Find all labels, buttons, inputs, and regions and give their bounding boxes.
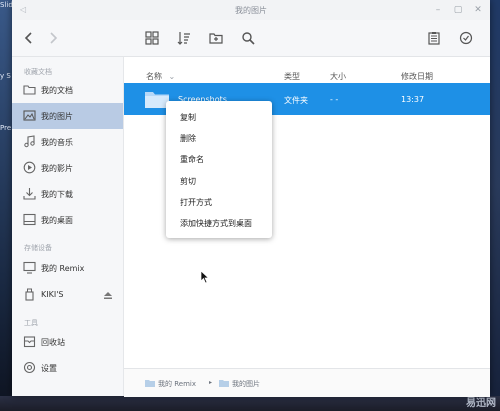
desktop-icon bbox=[23, 213, 36, 226]
image-icon bbox=[23, 110, 36, 121]
context-item-label: 删除 bbox=[180, 134, 196, 143]
sort-arrow-icon: ⌄ bbox=[168, 72, 176, 81]
minimize-icon[interactable]: – bbox=[432, 4, 444, 16]
context-menu: 复制 删除 重命名 剪切 打开方式 添加快捷方式到桌面 bbox=[166, 101, 272, 238]
column-header-modified[interactable]: 修改日期 bbox=[401, 71, 433, 82]
sidebar: 收藏文档 我的文档 我的图片 我的音乐 我的影片 我的下载 我的桌面 存储设备 bbox=[12, 57, 124, 396]
sidebar-item-downloads[interactable]: 我的下载 bbox=[12, 181, 123, 207]
sidebar-item-music[interactable]: 我的音乐 bbox=[12, 129, 123, 155]
breadcrumb-folder-icon bbox=[145, 380, 155, 387]
maximize-icon[interactable]: ▢ bbox=[452, 4, 464, 16]
sidebar-item-remix[interactable]: 我的 Remix bbox=[12, 255, 123, 281]
sidebar-item-label: 我的图片 bbox=[41, 112, 73, 121]
sidebar-item-videos[interactable]: 我的影片 bbox=[12, 155, 123, 181]
context-item-label: 复制 bbox=[180, 113, 196, 122]
breadcrumb-separator-icon: ▸ bbox=[209, 379, 213, 386]
desktop-label-ys: y S bbox=[0, 72, 11, 80]
sidebar-item-label: 回收站 bbox=[41, 338, 65, 347]
breadcrumb-root[interactable]: 我的 Remix bbox=[158, 379, 196, 389]
sort-icon[interactable] bbox=[177, 31, 191, 45]
column-header-name[interactable]: 名称 ⌄ bbox=[146, 71, 175, 82]
usb-drive-icon bbox=[25, 288, 34, 301]
monitor-icon bbox=[23, 261, 36, 274]
column-header-size[interactable]: 大小 bbox=[330, 71, 346, 82]
desktop-bottom-strip bbox=[0, 396, 500, 411]
context-item-label: 剪切 bbox=[180, 177, 196, 186]
sidebar-item-trash[interactable]: 回收站 bbox=[12, 329, 123, 355]
column-header-name-label: 名称 bbox=[146, 72, 162, 81]
section-tools: 工具 bbox=[24, 319, 38, 327]
download-icon bbox=[23, 188, 36, 200]
sidebar-item-settings[interactable]: 设置 bbox=[12, 355, 123, 381]
window-title: 我的图片 bbox=[235, 6, 267, 15]
sidebar-item-label: 设置 bbox=[41, 364, 57, 373]
file-type: 文件夹 bbox=[284, 96, 308, 105]
title-bar: ◁ 我的图片 – ▢ ✕ bbox=[12, 0, 490, 20]
new-folder-icon[interactable] bbox=[209, 31, 223, 45]
sidebar-item-label: 我的音乐 bbox=[41, 138, 73, 147]
music-icon bbox=[24, 135, 35, 148]
file-size: - - bbox=[330, 95, 339, 104]
folder-icon bbox=[23, 85, 36, 95]
context-item-cut[interactable]: 剪切 bbox=[166, 170, 272, 191]
sidebar-item-desktop[interactable]: 我的桌面 bbox=[12, 207, 123, 233]
desktop-wallpaper bbox=[0, 0, 12, 411]
toolbar bbox=[12, 20, 490, 57]
search-icon[interactable] bbox=[241, 31, 255, 45]
desktop-label-pre: Pre bbox=[0, 124, 12, 132]
mouse-cursor-icon bbox=[200, 270, 210, 284]
clipboard-icon[interactable] bbox=[427, 31, 441, 45]
context-item-label: 打开方式 bbox=[180, 198, 212, 207]
eject-icon[interactable] bbox=[103, 290, 113, 300]
breadcrumb-folder-icon bbox=[219, 380, 229, 387]
breadcrumb-current[interactable]: 我的图片 bbox=[232, 379, 260, 389]
settings-icon bbox=[23, 361, 36, 374]
video-icon bbox=[23, 161, 36, 174]
sidebar-item-label: 我的影片 bbox=[41, 164, 73, 173]
sidebar-item-kikis[interactable]: KIKI'S bbox=[12, 282, 123, 308]
sidebar-item-label: KIKI'S bbox=[41, 290, 64, 299]
forward-icon[interactable] bbox=[46, 31, 60, 45]
file-modified: 13:37 bbox=[401, 95, 425, 104]
close-icon[interactable]: ✕ bbox=[472, 4, 484, 16]
status-bar: 我的 Remix ▸ 我的图片 bbox=[124, 368, 490, 397]
sidebar-item-label: 我的桌面 bbox=[41, 216, 73, 225]
context-item-rename[interactable]: 重命名 bbox=[166, 148, 272, 169]
sidebar-item-documents[interactable]: 我的文档 bbox=[12, 77, 123, 103]
sidebar-item-pictures[interactable]: 我的图片 bbox=[12, 103, 123, 129]
section-favorites: 收藏文档 bbox=[24, 68, 52, 76]
column-header-type[interactable]: 类型 bbox=[284, 71, 300, 82]
context-item-label: 重命名 bbox=[180, 155, 204, 164]
select-check-icon[interactable] bbox=[459, 31, 473, 45]
sidebar-item-label: 我的 Remix bbox=[41, 264, 85, 273]
context-item-label: 添加快捷方式到桌面 bbox=[180, 219, 252, 228]
grid-view-icon[interactable] bbox=[145, 31, 159, 45]
context-item-delete[interactable]: 删除 bbox=[166, 127, 272, 148]
sidebar-item-label: 我的文档 bbox=[41, 86, 73, 95]
trash-icon bbox=[23, 336, 36, 348]
back-icon[interactable] bbox=[22, 31, 36, 45]
context-item-copy[interactable]: 复制 bbox=[166, 106, 272, 127]
sidebar-item-label: 我的下载 bbox=[41, 190, 73, 199]
context-item-add-shortcut[interactable]: 添加快捷方式到桌面 bbox=[166, 212, 272, 233]
context-item-open-with[interactable]: 打开方式 bbox=[166, 191, 272, 212]
section-storage: 存储设备 bbox=[24, 244, 52, 252]
